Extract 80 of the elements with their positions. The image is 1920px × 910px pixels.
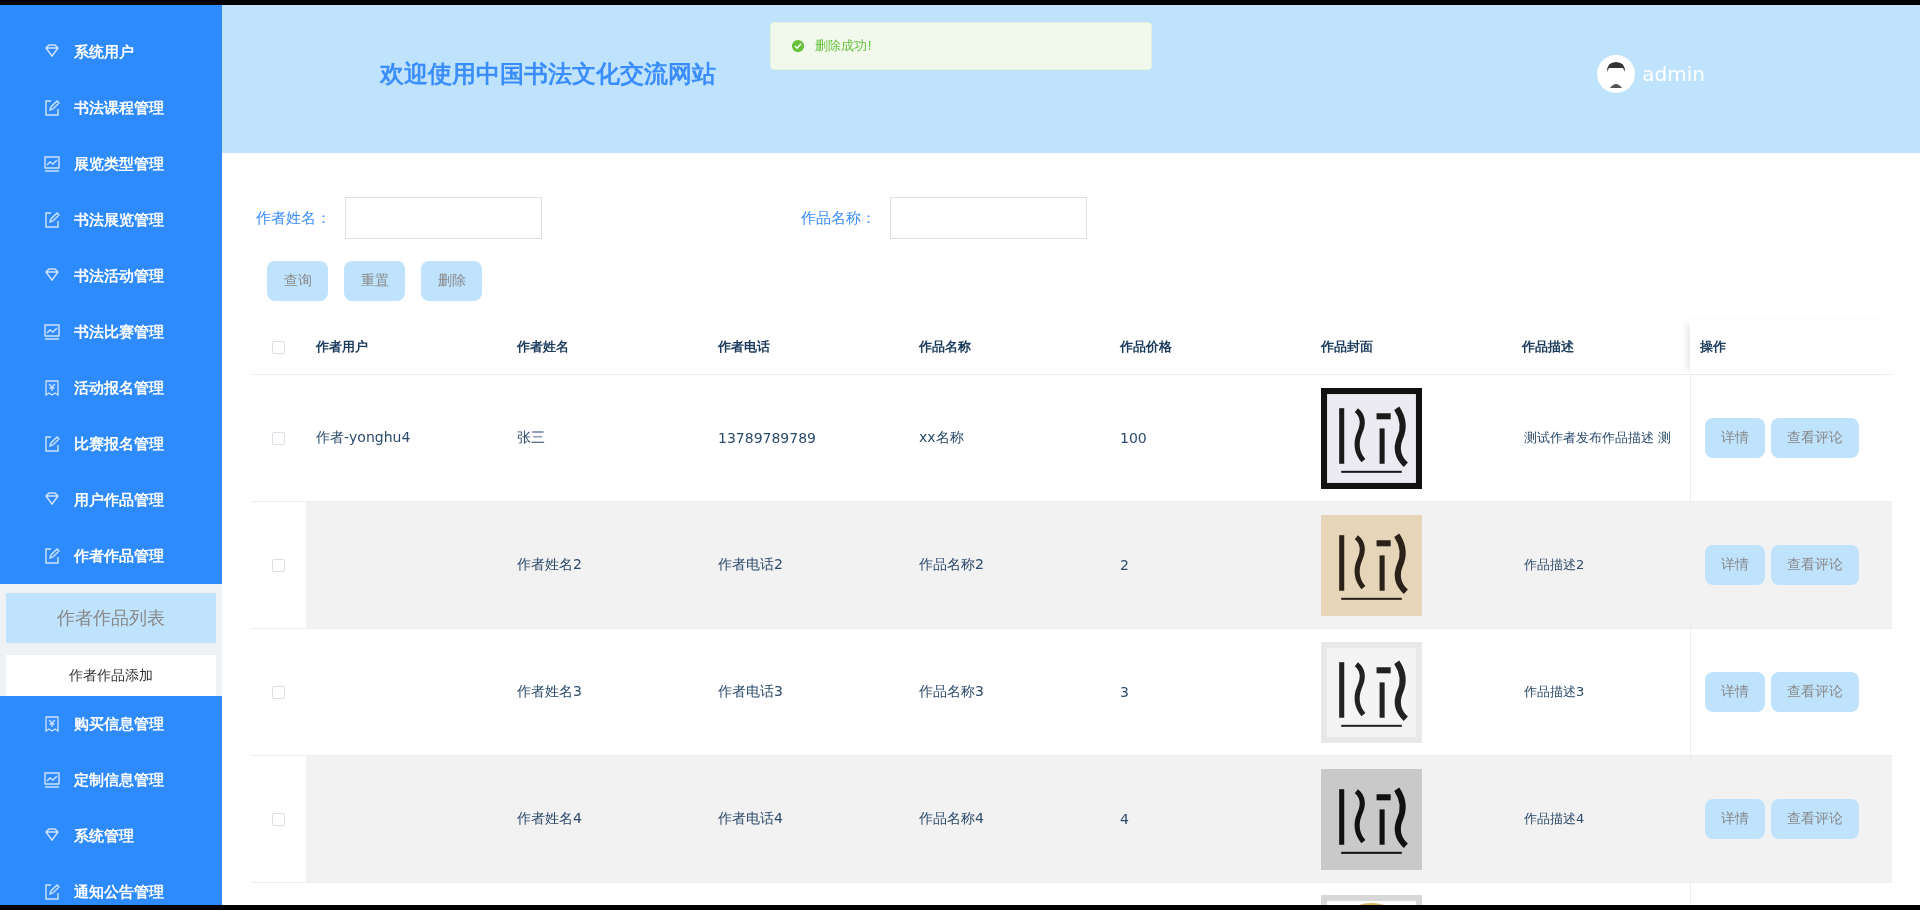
table-cell: 4 xyxy=(1120,811,1129,827)
table-cell: 13789789789 xyxy=(718,430,816,446)
row-action-button[interactable]: 查看评论 xyxy=(1771,672,1859,712)
sidebar-item[interactable]: 展览类型管理 xyxy=(0,136,222,192)
row-action-button[interactable]: 详情 xyxy=(1705,799,1765,839)
row-action-button[interactable]: 查看评论 xyxy=(1771,799,1859,839)
site-title: 欢迎使用中国书法文化交流网站 xyxy=(380,59,716,90)
input-field[interactable] xyxy=(890,197,1087,239)
chart-icon xyxy=(42,322,62,342)
sidebar-item[interactable]: 书法活动管理 xyxy=(0,248,222,304)
table-cell: 作品描述3 xyxy=(1524,683,1585,701)
column-header: 作者用户 xyxy=(314,338,369,356)
edit-icon xyxy=(42,434,62,454)
sidebar-item[interactable]: 用户作品管理 xyxy=(0,472,222,528)
check-icon xyxy=(791,39,805,53)
action-button[interactable]: 查询 xyxy=(267,261,328,301)
checkbox[interactable] xyxy=(272,431,285,445)
checkbox[interactable] xyxy=(272,685,285,699)
table-cell: 作品名称3 xyxy=(919,683,984,701)
column-header: 作品名称 xyxy=(917,338,972,356)
checkbox[interactable] xyxy=(272,812,285,826)
table-cell: 作者-yonghu4 xyxy=(316,429,411,447)
sidebar-item[interactable]: 活动报名管理 xyxy=(0,360,222,416)
row-action-button[interactable]: 详情 xyxy=(1705,418,1765,458)
input-field[interactable] xyxy=(345,197,542,239)
table-cell: 作者姓名2 xyxy=(517,556,582,574)
column-header: 作品价格 xyxy=(1118,338,1173,356)
action-button[interactable]: 删除 xyxy=(421,261,482,301)
table-cell: 作者电话3 xyxy=(718,683,783,701)
success-toast: 删除成功! xyxy=(770,22,1152,70)
row-action-button[interactable]: 查看评论 xyxy=(1771,545,1859,585)
column-header: 操作 xyxy=(1690,320,1892,374)
sidebar-item[interactable]: 比赛报名管理 xyxy=(0,416,222,472)
table-cell: 100 xyxy=(1120,430,1147,446)
edit-icon xyxy=(42,210,62,230)
action-button[interactable]: 重置 xyxy=(344,261,405,301)
avatar-icon xyxy=(1596,54,1637,94)
column-header: 作者姓名 xyxy=(515,338,570,356)
row-action-button[interactable]: 查看评论 xyxy=(1771,418,1859,458)
sidebar-item[interactable]: 系统用户 xyxy=(0,24,222,80)
sidebar-item[interactable]: 作者作品管理 xyxy=(0,528,222,584)
table-cell: 作品描述4 xyxy=(1524,810,1585,828)
table-cell: 作品描述2 xyxy=(1524,556,1585,574)
submenu-item[interactable]: 作者作品添加 xyxy=(6,655,216,696)
chart-icon xyxy=(42,770,62,790)
checkbox[interactable] xyxy=(272,558,285,572)
receipt-icon xyxy=(42,714,62,734)
edit-icon xyxy=(42,546,62,566)
row-action-button[interactable]: 详情 xyxy=(1705,545,1765,585)
table-cell: 作品名称4 xyxy=(919,810,984,828)
table-cell: 作品名称2 xyxy=(919,556,984,574)
table-cell: 2 xyxy=(1120,557,1129,573)
filter-label: 作品名称： xyxy=(800,208,876,228)
table-cell: 作者姓名4 xyxy=(517,810,582,828)
receipt-icon xyxy=(42,378,62,398)
table-cell: 张三 xyxy=(517,429,545,447)
column-header: 作品描述 xyxy=(1520,338,1575,356)
sidebar-item[interactable]: 定制信息管理 xyxy=(0,752,222,808)
column-header: 作者电话 xyxy=(716,338,771,356)
table-cell: 作者电话2 xyxy=(718,556,783,574)
edit-icon xyxy=(42,882,62,902)
sidebar-item[interactable]: 书法展览管理 xyxy=(0,192,222,248)
sidebar-item[interactable]: 书法课程管理 xyxy=(0,80,222,136)
table-cell: 测试作者发布作品描述 测 xyxy=(1524,429,1672,447)
sidebar-item[interactable]: 购买信息管理 xyxy=(0,696,222,752)
user-name: admin xyxy=(1642,62,1705,86)
table-cell: 作者姓名3 xyxy=(517,683,582,701)
sidebar-item[interactable]: 系统管理 xyxy=(0,808,222,864)
submenu-item[interactable]: 作者作品列表 xyxy=(6,593,216,643)
chart-icon xyxy=(42,154,62,174)
column-header: 作品封面 xyxy=(1319,338,1374,356)
sidebar-item[interactable]: 书法比赛管理 xyxy=(0,304,222,360)
table-cell: xx名称 xyxy=(919,429,964,447)
edit-icon xyxy=(42,98,62,118)
row-action-button[interactable]: 详情 xyxy=(1705,672,1765,712)
checkbox[interactable] xyxy=(272,340,285,354)
table-cell: 作者电话4 xyxy=(718,810,783,828)
filter-label: 作者姓名： xyxy=(255,208,331,228)
table-cell: 3 xyxy=(1120,684,1129,700)
sidebar-item[interactable]: 通知公告管理 xyxy=(0,864,222,905)
